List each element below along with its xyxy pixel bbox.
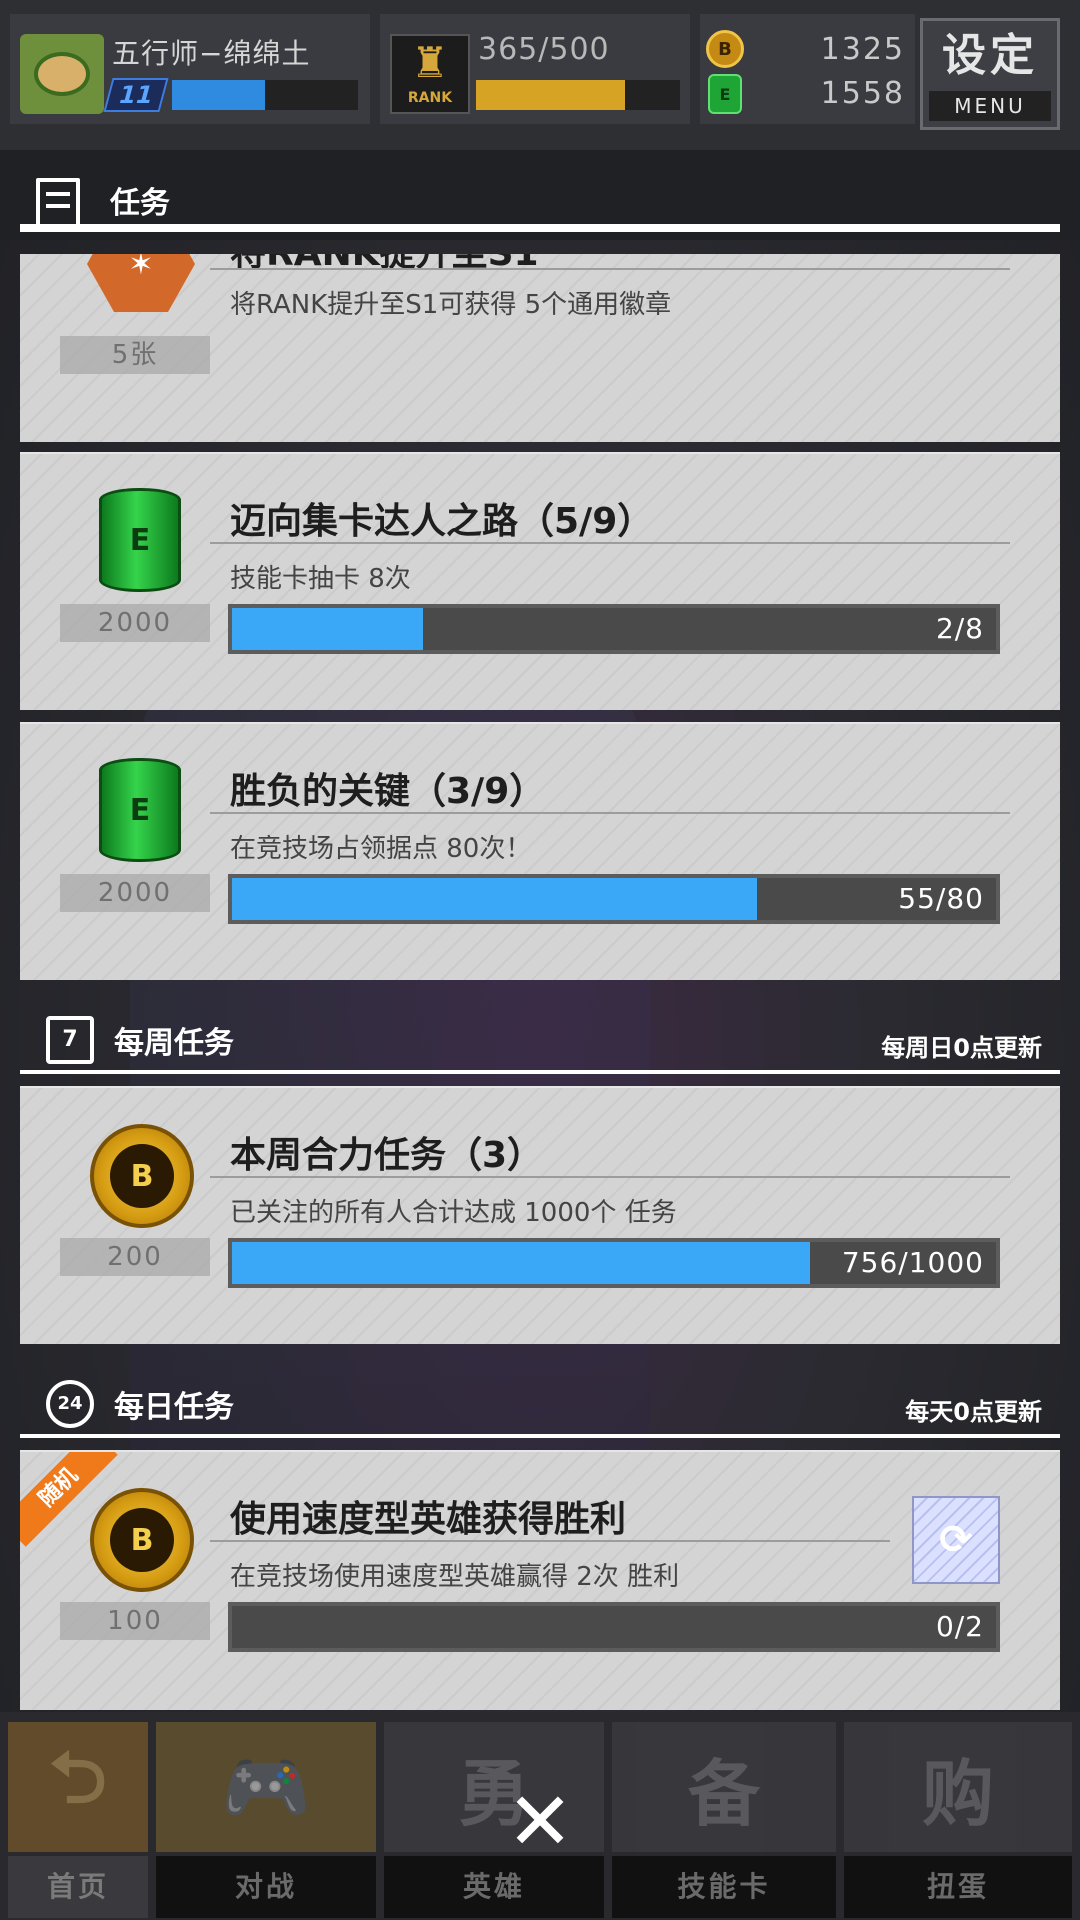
nav-battle[interactable]: 🎮 对战 xyxy=(156,1722,376,1918)
menu-button-sublabel: MENU xyxy=(929,91,1051,121)
task-title: 迈向集卡达人之路（5/9） xyxy=(230,501,654,542)
gold-coin-icon: B xyxy=(706,30,744,68)
gold-coin-icon: B xyxy=(90,1488,194,1592)
task-card: E 2000 胜负的关键（3/9） 在竞技场占领据点 80次！ 55/80 xyxy=(20,722,1060,980)
task-desc: 已关注的所有人合计达成 1000个 任务 xyxy=(230,1198,677,1228)
task-title-underline xyxy=(210,542,1010,544)
page-title: 任务 xyxy=(110,186,170,221)
nav-gacha-label: 扭蛋 xyxy=(844,1856,1072,1918)
rank-bar xyxy=(476,80,680,110)
weekly-section-header: 7 每周任务 每周日0点更新 xyxy=(20,1004,1060,1074)
menu-button[interactable]: 设定 MENU xyxy=(920,18,1060,130)
rank-bar-fill xyxy=(476,80,625,110)
gold-currency-value: 1325 xyxy=(820,32,905,67)
reward-amount: 2000 xyxy=(60,874,210,912)
reward-amount: 5张 xyxy=(60,336,210,374)
rank-icon: ♜ RANK xyxy=(390,34,470,114)
task-title-underline xyxy=(210,1540,890,1542)
task-title: 本周合力任务（3） xyxy=(230,1135,544,1176)
section-divider xyxy=(20,1070,1060,1074)
gamepad-icon: 🎮 xyxy=(156,1722,376,1852)
xp-bar xyxy=(172,80,358,110)
task-card: B 200 本周合力任务（3） 已关注的所有人合计达成 1000个 任务 756… xyxy=(20,1086,1060,1344)
nav-battle-label: 对战 xyxy=(156,1856,376,1918)
avatar[interactable] xyxy=(20,34,104,114)
reward-amount: 2000 xyxy=(60,604,210,642)
close-icon: ✕ xyxy=(506,1775,574,1868)
task-desc: 在竞技场使用速度型英雄赢得 2次 胜利 xyxy=(230,1562,680,1592)
task-progress-text: 55/80 xyxy=(898,882,984,915)
task-progress-text: 0/2 xyxy=(935,1610,984,1643)
task-title: 使用速度型英雄获得胜利 xyxy=(230,1499,627,1540)
task-title-underline xyxy=(210,812,1010,814)
task-title-underline xyxy=(210,1176,1010,1178)
clock-24-icon: 24 xyxy=(46,1380,94,1428)
top-status-bar: 五行师−绵绵土 11 ♜ RANK 365/500 B 1325 E 1558 … xyxy=(0,0,1080,150)
close-button[interactable]: ✕ xyxy=(500,1782,580,1862)
nav-home-label: 首页 xyxy=(8,1856,148,1918)
section-divider xyxy=(20,1434,1060,1438)
task-progress-bar: 55/80 xyxy=(228,874,1000,924)
task-desc: 将RANK提升至S1可获得 5个通用徽章 xyxy=(230,290,672,320)
reward-icon: E xyxy=(90,758,190,868)
daily-refresh-note: 每天0点更新 xyxy=(905,1398,1042,1426)
skill-card-icon: 备 xyxy=(612,1722,836,1852)
daily-section-title: 每日任务 xyxy=(114,1390,234,1425)
task-title: 胜负的关键（3/9） xyxy=(230,771,546,812)
calendar-icon: 7 xyxy=(46,1016,94,1064)
gold-coin-icon: B xyxy=(90,1124,194,1228)
weekly-refresh-note: 每周日0点更新 xyxy=(881,1034,1042,1062)
refresh-task-button[interactable]: ⟳ xyxy=(912,1496,1000,1584)
reward-icon-badge: ✶ xyxy=(76,254,206,326)
nav-gacha[interactable]: 购 扭蛋 xyxy=(844,1722,1072,1918)
task-progress-bar: 756/1000 xyxy=(228,1238,1000,1288)
avatar-face-icon xyxy=(34,52,90,96)
green-currency-value: 1558 xyxy=(820,76,905,111)
badge-icon: ✶ xyxy=(87,254,195,312)
nav-skill-card[interactable]: 备 技能卡 xyxy=(612,1722,836,1918)
gacha-icon: 购 xyxy=(844,1722,1072,1852)
task-progress-text: 756/1000 xyxy=(841,1246,984,1279)
menu-button-label: 设定 xyxy=(942,30,1038,81)
task-progress-bar: 2/8 xyxy=(228,604,1000,654)
refresh-icon: ⟳ xyxy=(939,1517,973,1563)
task-card: E 2000 迈向集卡达人之路（5/9） 技能卡抽卡 8次 2/8 xyxy=(20,452,1060,710)
reward-icon: E xyxy=(90,488,190,598)
green-can-icon: E xyxy=(708,74,742,114)
task-title-underline xyxy=(210,268,1010,270)
green-can-icon: E xyxy=(99,488,181,592)
reward-amount: 200 xyxy=(60,1238,210,1276)
player-name: 五行师−绵绵土 xyxy=(112,37,311,70)
task-card: 将RANK提升至S1 ✶ 将RANK提升至S1可获得 5个通用徽章 5张 xyxy=(20,254,1060,442)
task-progress-fill xyxy=(232,608,423,650)
green-can-icon: E xyxy=(99,758,181,862)
task-progress-fill xyxy=(232,1242,810,1284)
task-desc: 在竞技场占领据点 80次！ xyxy=(230,834,532,864)
daily-section-header: 24 每日任务 每天0点更新 xyxy=(20,1368,1060,1438)
task-card: 随机 B 100 使用速度型英雄获得胜利 在竞技场使用速度型英雄赢得 2次 胜利… xyxy=(20,1450,1060,1710)
nav-home[interactable]: ⮌ 首页 xyxy=(8,1722,148,1918)
task-title: 将RANK提升至S1 xyxy=(230,254,539,276)
nav-skill-card-label: 技能卡 xyxy=(612,1856,836,1918)
home-icon: ⮌ xyxy=(8,1722,148,1852)
rank-label: RANK xyxy=(407,90,453,106)
reward-icon: B xyxy=(90,1488,194,1598)
document-icon xyxy=(36,178,80,230)
task-list[interactable]: 将RANK提升至S1 ✶ 将RANK提升至S1可获得 5个通用徽章 5张 E 2… xyxy=(20,254,1060,1710)
weekly-section-title: 每周任务 xyxy=(114,1026,234,1061)
reward-amount: 100 xyxy=(60,1602,210,1640)
level-badge: 11 xyxy=(103,78,169,112)
task-desc: 技能卡抽卡 8次 xyxy=(230,564,411,594)
xp-bar-fill xyxy=(172,80,265,110)
reward-icon: B xyxy=(90,1124,194,1234)
task-progress-bar: 0/2 xyxy=(228,1602,1000,1652)
task-progress-text: 2/8 xyxy=(935,612,984,645)
header-divider xyxy=(20,224,1060,232)
rank-progress-text: 365/500 xyxy=(478,32,610,67)
task-progress-fill xyxy=(232,878,758,920)
